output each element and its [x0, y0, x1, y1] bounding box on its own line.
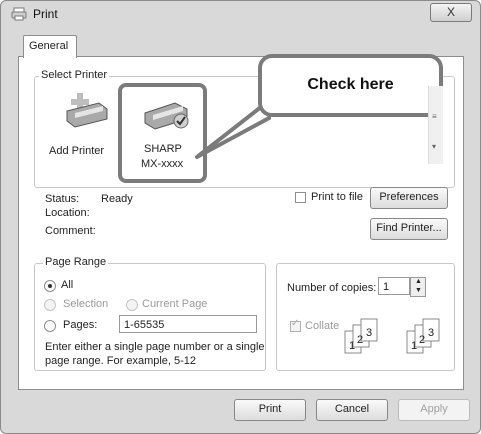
find-printer-button[interactable]: Find Printer...: [370, 218, 448, 240]
svg-text:1: 1: [411, 340, 417, 352]
collate-icon: 1 23 1 23: [344, 318, 440, 354]
tab-label: General: [29, 40, 69, 52]
copies-input[interactable]: 1: [378, 277, 410, 295]
check-icon: ✓: [291, 318, 300, 329]
status-label: Status:: [45, 193, 80, 205]
location-label: Location:: [45, 207, 90, 219]
pages-label: Pages:: [63, 319, 98, 331]
all-radio[interactable]: [44, 280, 56, 292]
current-page-radio[interactable]: [126, 299, 138, 311]
scroll-thumb-icon: ≡: [432, 112, 437, 121]
copies-label: Number of copies:: [287, 282, 377, 294]
spin-up-icon: ▲: [415, 278, 422, 285]
apply-button[interactable]: Apply: [398, 399, 470, 421]
collate-label: Collate: [305, 320, 340, 332]
close-button[interactable]: X: [430, 3, 472, 22]
printer-icon: [11, 7, 27, 21]
selection-label: Selection: [63, 298, 109, 310]
svg-text:3: 3: [428, 327, 434, 339]
printer-list-scrollbar[interactable]: ≡ ▾: [428, 86, 443, 164]
spin-down-icon: ▼: [415, 287, 422, 294]
collate-checkbox[interactable]: ✓: [290, 318, 301, 332]
svg-text:2: 2: [419, 334, 425, 346]
page-range-help-line2: page range. For example, 5-12: [45, 355, 197, 367]
copies-spinner[interactable]: ▲ ▼: [410, 277, 426, 297]
print-to-file-checkbox[interactable]: [295, 192, 306, 203]
callout-pointer: [195, 105, 271, 159]
print-dialog: Print X General Select Printer Add Print…: [0, 0, 481, 434]
current-page-label: Current Page: [142, 298, 208, 310]
page-range-help-line1: Enter either a single page number or a s…: [45, 341, 265, 353]
print-button[interactable]: Print: [234, 399, 306, 421]
status-value: Ready: [101, 193, 133, 205]
scroll-down-icon[interactable]: ▾: [432, 142, 436, 151]
comment-label: Comment:: [45, 225, 96, 237]
cancel-button[interactable]: Cancel: [316, 399, 388, 421]
select-printer-label: Select Printer: [39, 69, 110, 81]
selection-radio[interactable]: [44, 299, 56, 311]
page-range-label: Page Range: [43, 256, 109, 268]
svg-text:2: 2: [357, 334, 363, 346]
title-bar: Print X: [1, 1, 480, 27]
all-label: All: [61, 279, 74, 291]
pages-input[interactable]: 1-65535: [119, 315, 257, 333]
add-printer-item[interactable]: Add Printer: [49, 89, 121, 169]
svg-text:3: 3: [366, 327, 372, 339]
callout-text: Check here: [307, 76, 394, 93]
callout: Check here: [258, 54, 443, 117]
pages-radio[interactable]: [44, 320, 56, 332]
window-title: Print: [33, 7, 58, 21]
tab-general[interactable]: General: [23, 35, 77, 58]
svg-text:1: 1: [349, 340, 355, 352]
add-printer-label: Add Printer: [49, 145, 105, 157]
preferences-button[interactable]: Preferences: [370, 187, 448, 209]
add-printer-icon: [66, 93, 108, 128]
print-to-file-label: Print to file: [311, 191, 363, 203]
